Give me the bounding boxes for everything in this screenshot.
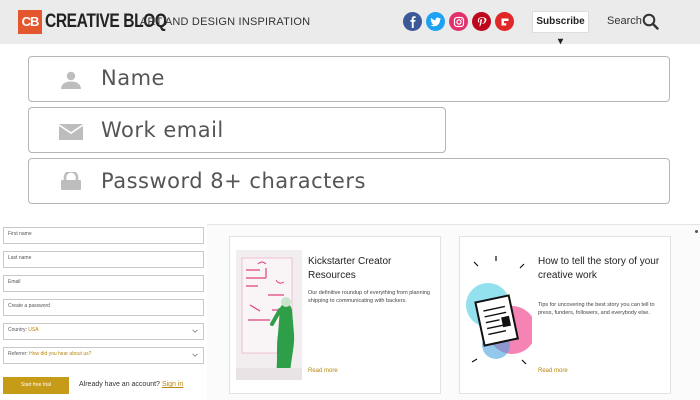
article-description: Tips for uncovering the best story you c… [538,302,655,316]
tagline: ART AND DESIGN INSPIRATION [140,16,311,28]
first-name-field[interactable]: First name [3,227,204,244]
name-field[interactable]: Name [28,56,670,102]
name-placeholder: Name [101,66,165,90]
country-label: Country: USA [8,327,39,333]
already-account-text: Already have an account? Sign in [79,381,184,388]
article-card[interactable]: How to tell the story of your creative w… [459,236,671,394]
lock-icon [61,172,81,190]
article-card[interactable]: Kickstarter Creator Resources Our defini… [229,236,441,394]
create-password-field[interactable]: Create a password [3,299,204,316]
last-name-field[interactable]: Last name [3,251,204,268]
site-header: CB CREATIVE BLOQ ART AND DESIGN INSPIRAT… [0,0,700,47]
referrer-value: How did you hear about us? [29,351,92,357]
instagram-icon[interactable] [449,12,468,31]
country-value: USA [28,327,39,333]
small-email-label: Email [8,279,21,285]
flipboard-icon[interactable] [495,12,514,31]
search-label[interactable]: Search [607,15,642,27]
twitter-icon[interactable] [426,12,445,31]
envelope-icon [59,124,83,140]
password-placeholder: Password 8+ characters [101,169,366,193]
facebook-icon[interactable] [403,12,422,31]
referrer-select[interactable]: Referrer: How did you hear about us? [3,347,204,364]
read-more-link[interactable]: Read more [308,368,338,374]
email-field[interactable]: Work email [28,107,446,153]
sign-in-link[interactable]: Sign in [162,381,183,388]
search-icon[interactable] [642,13,659,30]
article-title[interactable]: How to tell the story of your creative w… [538,255,666,283]
scrollbar-indicator[interactable] [695,230,698,233]
start-free-trial-button[interactable]: Start free trial [3,377,69,394]
email-placeholder: Work email [101,118,224,142]
create-password-label: Create a password [8,303,50,309]
last-name-label: Last name [8,255,32,261]
pinterest-icon[interactable] [472,12,491,31]
story-thumbnail [466,250,532,380]
kickstarter-thumbnail [236,250,302,380]
article-description: Our definitive roundup of everything fro… [308,290,430,304]
small-email-field[interactable]: Email [3,275,204,292]
first-name-label: First name [8,231,32,237]
user-icon [61,71,81,89]
referrer-label: Referrer: How did you hear about us? [8,351,92,357]
chevron-down-icon [192,353,198,357]
subscribe-button[interactable]: Subscribe ▾ [532,11,589,47]
chevron-down-icon [192,329,198,333]
read-more-link[interactable]: Read more [538,368,568,374]
country-select[interactable]: Country: USA [3,323,204,340]
article-title[interactable]: Kickstarter Creator Resources [308,255,436,283]
logo-mark[interactable]: CB [18,10,42,34]
password-field[interactable]: Password 8+ characters [28,158,670,204]
